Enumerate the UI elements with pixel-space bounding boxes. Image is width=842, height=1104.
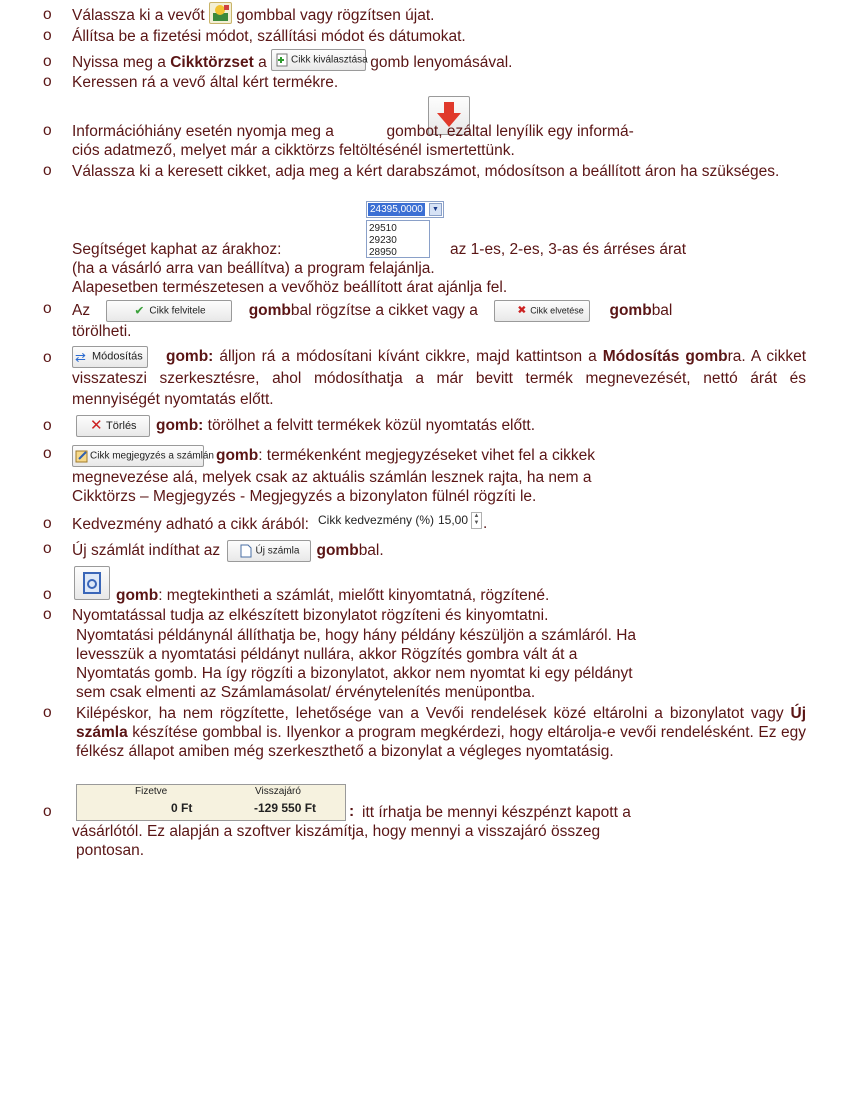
dropdown-option[interactable]: 28950	[369, 247, 429, 259]
cross-icon: ✖	[517, 304, 527, 317]
bullet: o	[43, 515, 52, 532]
visszajaro-value: -129 550 Ft	[254, 801, 317, 815]
bullet: o	[43, 606, 52, 623]
bullet: o	[43, 704, 52, 721]
stepper-icon[interactable]: ▲ ▼	[471, 512, 482, 529]
torles-button[interactable]: ✕ Törlés	[76, 415, 150, 437]
uj-szamla-button[interactable]: Új számla	[226, 540, 311, 562]
modositas-button[interactable]: ⇄ Módosítás	[72, 346, 148, 368]
bullet: o	[43, 540, 52, 557]
bullet: o	[43, 445, 52, 462]
discount-field[interactable]: Cikk kedvezmény (%) 15,00 ▲ ▼	[318, 512, 482, 531]
fizetve-field[interactable]: 0 Ft	[171, 801, 192, 815]
cikk-megjegyzes-button[interactable]: Cikk megjegyzés a számlán	[72, 445, 214, 467]
price-dropdown[interactable]: 24395,0000 ▼ 29510 29230 28950	[366, 201, 444, 258]
bullet: o	[43, 162, 52, 179]
bullet: o	[43, 417, 52, 434]
payment-summary-panel: Fizetve Visszajáró 0 Ft -129 550 Ft	[76, 784, 346, 821]
dropdown-option[interactable]: 29510	[369, 223, 429, 235]
bullet: o	[43, 6, 52, 23]
check-icon: ✔	[134, 303, 145, 318]
preview-button[interactable]	[74, 566, 110, 600]
refresh-icon: ⇄	[75, 349, 86, 365]
bullet: o	[43, 586, 52, 603]
bullet: o	[43, 122, 52, 139]
bullet: o	[43, 73, 52, 90]
discount-input[interactable]: 15,00	[438, 513, 468, 527]
price-dropdown-selected: 24395,0000	[368, 203, 425, 216]
cikk-elvetese-button[interactable]: ✖ Cikk elvetése	[494, 300, 591, 322]
new-document-icon	[240, 544, 251, 558]
add-item-icon	[276, 53, 288, 67]
cikk-kivalasztasa-button[interactable]: Cikk kiválasztása	[271, 48, 368, 71]
bullet: o	[43, 53, 52, 70]
list-item: o Információhiány esetén nyomja meg a go…	[0, 96, 842, 159]
preview-icon	[83, 572, 101, 594]
chevron-down-icon[interactable]: ▼	[429, 203, 442, 216]
note-icon	[75, 450, 88, 463]
bullet: o	[43, 349, 52, 366]
bullet: o	[43, 27, 52, 44]
customer-icon	[212, 4, 229, 21]
bullet: o	[43, 300, 52, 317]
cikk-felvitele-button[interactable]: ✔ Cikk felvitele	[106, 300, 233, 322]
cross-icon: ✕	[90, 417, 103, 434]
customer-select-button[interactable]	[208, 1, 232, 24]
bullet: o	[43, 803, 52, 820]
dropdown-option[interactable]: 29230	[369, 235, 429, 247]
